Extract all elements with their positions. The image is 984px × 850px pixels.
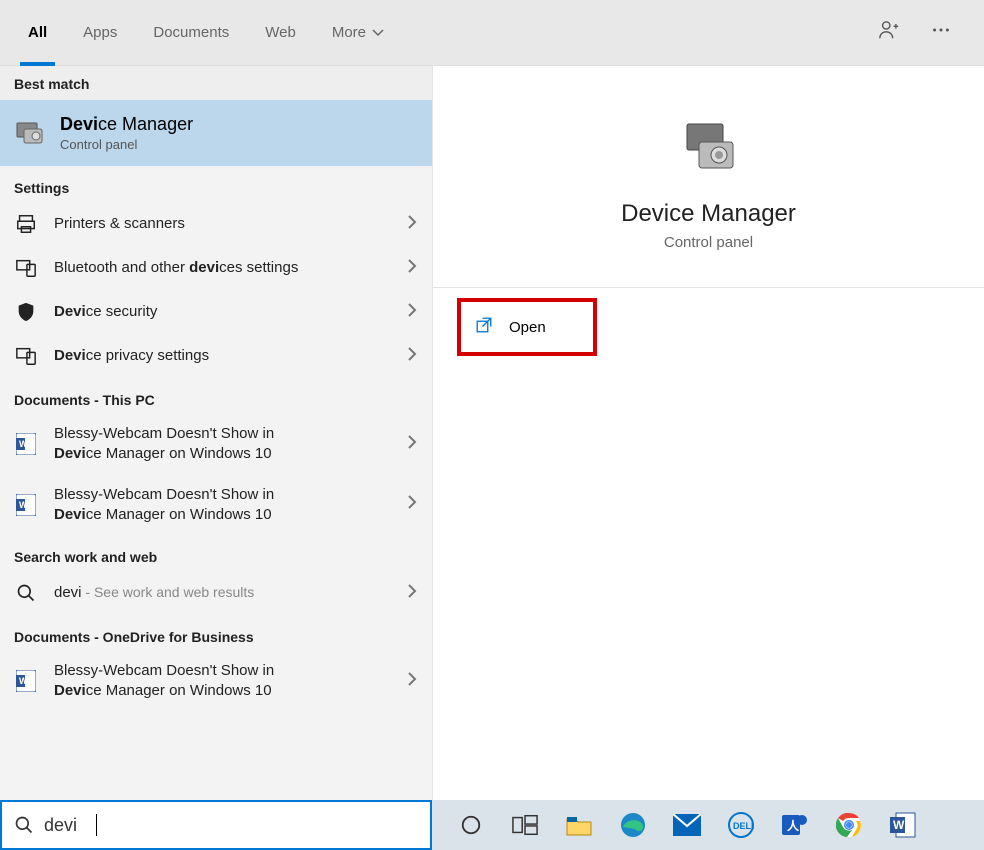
- tab-web[interactable]: Web: [247, 0, 314, 66]
- web-search-label: devi - See work and web results: [54, 583, 390, 603]
- more-options-icon[interactable]: [930, 19, 952, 46]
- chevron-right-icon: [406, 672, 418, 691]
- document-title: Blessy-Webcam Doesn't Show inDevice Mana…: [54, 661, 390, 702]
- chevron-right-icon: [406, 215, 418, 234]
- section-best-match: Best match: [0, 66, 432, 100]
- section-settings: Settings: [0, 166, 432, 202]
- word-icon[interactable]: W: [886, 808, 920, 842]
- web-search-result[interactable]: devi - See work and web results: [0, 571, 432, 615]
- svg-text:W: W: [19, 676, 28, 686]
- search-icon: [14, 815, 34, 835]
- devices-icon: [14, 256, 38, 280]
- best-match-result[interactable]: Device Manager Control panel: [0, 100, 432, 166]
- tab-documents-label: Documents: [153, 24, 229, 41]
- section-docs-onedrive: Documents - OneDrive for Business: [0, 615, 432, 651]
- tab-more[interactable]: More: [314, 0, 402, 66]
- task-view-icon[interactable]: [508, 808, 542, 842]
- document-result[interactable]: W Blessy-Webcam Doesn't Show inDevice Ma…: [0, 475, 432, 536]
- open-icon: [475, 316, 493, 338]
- chrome-icon[interactable]: [832, 808, 866, 842]
- section-search-web: Search work and web: [0, 535, 432, 571]
- search-icon: [14, 581, 38, 605]
- svg-text:人: 人: [787, 818, 800, 833]
- device-manager-large-icon: [679, 116, 739, 176]
- chevron-right-icon: [406, 584, 418, 603]
- dell-icon[interactable]: DELL: [724, 808, 758, 842]
- chevron-right-icon: [406, 303, 418, 322]
- chevron-down-icon: [372, 27, 384, 39]
- results-panel: Best match Device Manager Control panel …: [0, 66, 433, 800]
- file-explorer-icon[interactable]: [562, 808, 596, 842]
- document-title: Blessy-Webcam Doesn't Show inDevice Mana…: [54, 424, 390, 465]
- settings-device-privacy[interactable]: Device privacy settings: [0, 334, 432, 378]
- cortana-icon[interactable]: [454, 808, 488, 842]
- tab-web-label: Web: [265, 24, 296, 41]
- document-title: Blessy-Webcam Doesn't Show inDevice Mana…: [54, 485, 390, 526]
- tab-more-label: More: [332, 24, 366, 41]
- chevron-right-icon: [406, 259, 418, 278]
- best-match-title: Device Manager: [60, 114, 193, 135]
- search-input[interactable]: [44, 815, 88, 836]
- open-button[interactable]: Open: [463, 304, 591, 350]
- word-doc-icon: W: [14, 669, 38, 693]
- word-doc-icon: W: [14, 493, 38, 517]
- document-result[interactable]: W Blessy-Webcam Doesn't Show inDevice Ma…: [0, 414, 432, 475]
- svg-text:W: W: [19, 439, 28, 449]
- svg-text:W: W: [893, 818, 905, 832]
- settings-printers-scanners[interactable]: Printers & scanners: [0, 202, 432, 246]
- shield-icon: [14, 300, 38, 324]
- tab-all[interactable]: All: [10, 0, 65, 66]
- taskbar-search-box[interactable]: [0, 800, 432, 850]
- best-match-subtitle: Control panel: [60, 137, 193, 152]
- divider: [433, 287, 984, 288]
- chevron-right-icon: [406, 495, 418, 514]
- svg-text:W: W: [19, 500, 28, 510]
- settings-item-label: Printers & scanners: [54, 214, 390, 234]
- preview-panel: Device Manager Control panel Open: [433, 66, 984, 800]
- settings-item-label: Bluetooth and other devices settings: [54, 258, 390, 278]
- tab-apps-label: Apps: [83, 24, 117, 41]
- person-icon[interactable]: [878, 19, 900, 46]
- printer-icon: [14, 212, 38, 236]
- preview-subtitle: Control panel: [433, 234, 984, 251]
- mail-icon[interactable]: [670, 808, 704, 842]
- edge-icon[interactable]: [616, 808, 650, 842]
- chevron-right-icon: [406, 435, 418, 454]
- settings-item-label: Device security: [54, 302, 390, 322]
- section-docs-pc: Documents - This PC: [0, 378, 432, 414]
- settings-bluetooth-devices[interactable]: Bluetooth and other devices settings: [0, 246, 432, 290]
- open-label: Open: [509, 319, 546, 336]
- tab-documents[interactable]: Documents: [135, 0, 247, 66]
- search-tabs: All Apps Documents Web More: [0, 0, 984, 66]
- chevron-right-icon: [406, 347, 418, 366]
- preview-title: Device Manager: [433, 200, 984, 228]
- word-doc-icon: W: [14, 432, 38, 456]
- device-manager-icon: [14, 117, 46, 149]
- svg-text:DELL: DELL: [733, 821, 754, 831]
- open-highlight-box: Open: [457, 298, 597, 356]
- taskbar: DELL 人 W: [0, 800, 984, 850]
- settings-device-security[interactable]: Device security: [0, 290, 432, 334]
- document-result[interactable]: W Blessy-Webcam Doesn't Show inDevice Ma…: [0, 651, 432, 712]
- privacy-icon: [14, 344, 38, 368]
- teams-icon[interactable]: 人: [778, 808, 812, 842]
- tab-all-label: All: [28, 24, 47, 41]
- settings-item-label: Device privacy settings: [54, 346, 390, 366]
- tab-apps[interactable]: Apps: [65, 0, 135, 66]
